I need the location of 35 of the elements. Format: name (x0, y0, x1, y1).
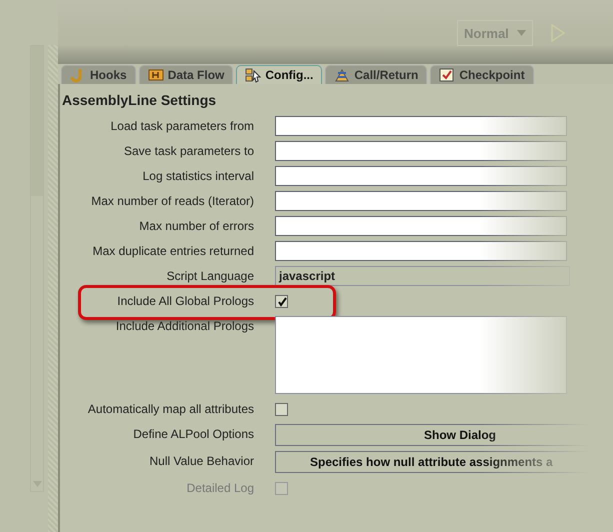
splitter-handle[interactable] (48, 45, 58, 532)
input-field[interactable] (275, 166, 567, 186)
field-label: Max number of reads (Iterator) (90, 193, 255, 210)
text-area[interactable] (275, 316, 567, 394)
field-label: Include All Global Prologs (116, 293, 255, 310)
field-label: Detailed Log (186, 480, 255, 497)
field-label: Max duplicate entries returned (92, 243, 255, 260)
field-label: Max number of errors (138, 218, 255, 235)
field-label: Null Value Behavior (148, 453, 255, 470)
tab[interactable]: Hooks (61, 65, 136, 84)
tab[interactable]: Call/Return (325, 65, 428, 84)
field-label: Save task parameters to (122, 143, 255, 160)
tab[interactable]: Config... (236, 65, 322, 84)
checkbox[interactable] (275, 403, 288, 416)
section-title: AssemblyLine Settings (62, 92, 218, 108)
input-field[interactable] (275, 141, 567, 161)
input-field[interactable] (275, 191, 567, 211)
input-field[interactable] (275, 216, 567, 236)
flow-icon (148, 67, 164, 83)
input-field[interactable] (275, 241, 567, 261)
tab[interactable]: Checkpoint (430, 65, 534, 84)
field-label: Load task parameters from (110, 118, 255, 135)
checkbox[interactable] (275, 295, 288, 308)
field-label: Automatically map all attributes (86, 401, 255, 418)
tab[interactable]: Data Flow (138, 65, 234, 84)
config-icon (245, 67, 262, 83)
checklist-icon (439, 67, 456, 83)
caret-icon (517, 30, 526, 36)
field-label: Include Additional Prologs (114, 318, 255, 335)
call-return-icon (334, 67, 350, 83)
field-label: Script Language (166, 268, 255, 285)
input-field[interactable] (275, 116, 567, 136)
field-label: Log statistics interval (142, 168, 255, 185)
field-label: Define ALPool Options (132, 426, 255, 443)
language-field[interactable]: javascript (275, 266, 570, 286)
